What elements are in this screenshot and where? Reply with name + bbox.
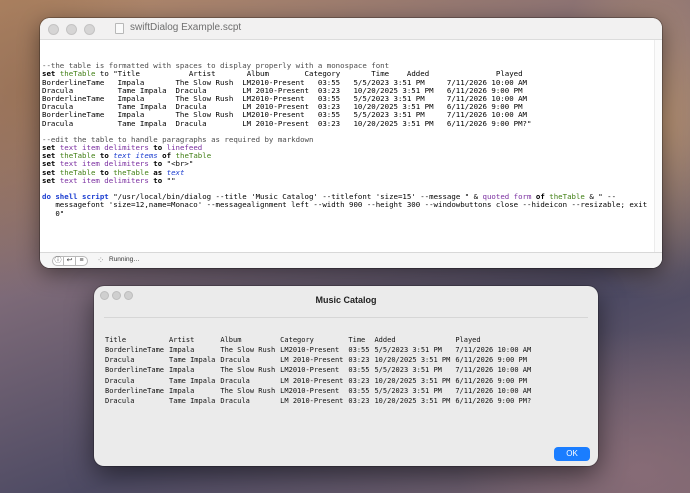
table-cell: Dracula [220,397,250,406]
return-arrow-icon[interactable]: ↩ [64,256,76,266]
close-window-button[interactable] [48,24,59,35]
table-cell: 7/11/2026 10:00 AM [455,366,532,375]
table-cell: The Slow Rush [220,366,276,375]
table-row: BorderlineTame Impala The Slow Rush LM2010-… [105,365,536,375]
code-token: 0" [42,208,65,218]
table-cell: LM2010-Present [280,366,340,375]
table-cell: Dracula [220,376,250,385]
table-cell: Dracula [105,397,135,406]
zoom-window-button[interactable] [84,24,95,35]
table-cell: 10/20/2025 3:51 PM [374,376,451,385]
table-cell: Tame Impala [169,397,216,406]
table-cell: 03:23 [348,397,370,406]
table-cell: LM 2010-Present [280,397,344,406]
table-row: Dracula Tame Impala Dracula LM 2010-Present… [105,376,536,386]
minimize-window-button[interactable] [66,24,77,35]
code-line: Dracula Tame Impala Dracula LM 2010-Pres… [42,118,650,128]
table-cell: 5/5/2023 3:51 PM [374,366,442,375]
table-cell: Tame Impala [169,376,216,385]
table-cell: LM2010-Present [280,346,340,355]
table-row: Dracula Tame Impala Dracula LM 2010-Present… [105,355,536,365]
table-cell: 6/11/2026 9:00 PM [455,376,527,385]
list-icon[interactable]: ≡ [76,256,88,266]
table-cell: 6/11/2026 9:00 PM [455,356,527,365]
table-cell: Dracula [220,356,250,365]
table-cell: Impala [169,366,195,375]
table-cell: 03:55 [348,346,370,355]
column-header: Played [455,335,481,344]
column-header: Added [374,335,396,344]
script-document-icon [115,23,124,34]
table-cell: 5/5/2023 3:51 PM [374,346,442,355]
code-token: messagefont 'size=12,name=Monaco' --mess… [42,200,648,210]
table-cell: 03:55 [348,386,370,395]
table-cell: 03:23 [348,356,370,365]
table-cell: 10/20/2025 3:51 PM [374,397,451,406]
table-cell: LM 2010-Present [280,356,344,365]
table-cell: LM 2010-Present [280,376,344,385]
column-header: Category [280,335,314,344]
table-row: Dracula Tame Impala Dracula LM 2010-Present… [105,396,536,406]
table-cell: The Slow Rush [220,386,276,395]
table-cell: Tame Impala [169,356,216,365]
spinner-icon: ⁘ [97,255,105,265]
table-cell: 10/20/2025 3:51 PM [374,356,451,365]
column-header: Artist [169,335,195,344]
editor-window-title: swiftDialog Example.scpt [130,22,242,33]
run-status-text: Running… [109,256,140,263]
code-token: Dracula Tame Impala Dracula LM 2010-Pres… [42,118,532,128]
table-cell: 7/11/2026 10:00 AM [455,386,532,395]
table-cell: 03:55 [348,366,370,375]
code-line: messagefont 'size=12,name=Monaco' --mess… [42,201,650,209]
code-token: "" [166,175,176,185]
table-cell: LM2010-Present [280,386,340,395]
table-cell: 5/5/2023 3:51 PM [374,386,442,395]
editor-status-bar: ⓘ ↩ ≡ ⁘ Running… [40,252,662,268]
table-cell: BorderlineTame [105,346,165,355]
column-header: Album [220,335,242,344]
code-token: text item delimiters [59,175,149,185]
table-cell: The Slow Rush [220,346,276,355]
table-cell: Dracula [105,376,135,385]
code-line: 0" [42,208,650,218]
ok-button[interactable]: OK [554,447,590,461]
script-code-editor[interactable]: --the table is formatted with spaces to … [42,54,650,246]
table-cell: BorderlineTame [105,386,165,395]
code-line: set text item delimiters to "" [42,175,650,185]
table-cell: 7/11/2026 10:00 AM [455,346,532,355]
column-header: Time [348,335,366,344]
dialog-title: Music Catalog [315,295,377,305]
code-token: set [42,175,60,185]
title-divider [104,317,588,318]
music-catalog-table: Title Artist Album Category Time Added Played … [105,334,536,406]
table-cell: 6/11/2026 9:00 PM? [455,397,532,406]
music-catalog-dialog: Music Catalog Title Artist Album Category Ti… [94,286,598,466]
table-cell: 03:23 [348,376,370,385]
table-cell: BorderlineTame [105,366,165,375]
table-cell: Impala [169,386,195,395]
table-header-row: Title Artist Album Category Time Added Played [105,334,536,345]
table-cell: Dracula [105,356,135,365]
column-header: Title [105,335,127,344]
editor-vertical-scrollbar[interactable] [654,40,662,266]
code-token: to [148,175,167,185]
table-cell: Impala [169,346,195,355]
table-row: BorderlineTame Impala The Slow Rush LM2010-… [105,386,536,396]
table-row: BorderlineTame Impala The Slow Rush LM2010-… [105,345,536,355]
editor-titlebar[interactable]: swiftDialog Example.scpt [40,18,662,40]
script-editor-window: swiftDialog Example.scpt --the table is … [40,18,662,268]
info-icon[interactable]: ⓘ [52,256,64,266]
